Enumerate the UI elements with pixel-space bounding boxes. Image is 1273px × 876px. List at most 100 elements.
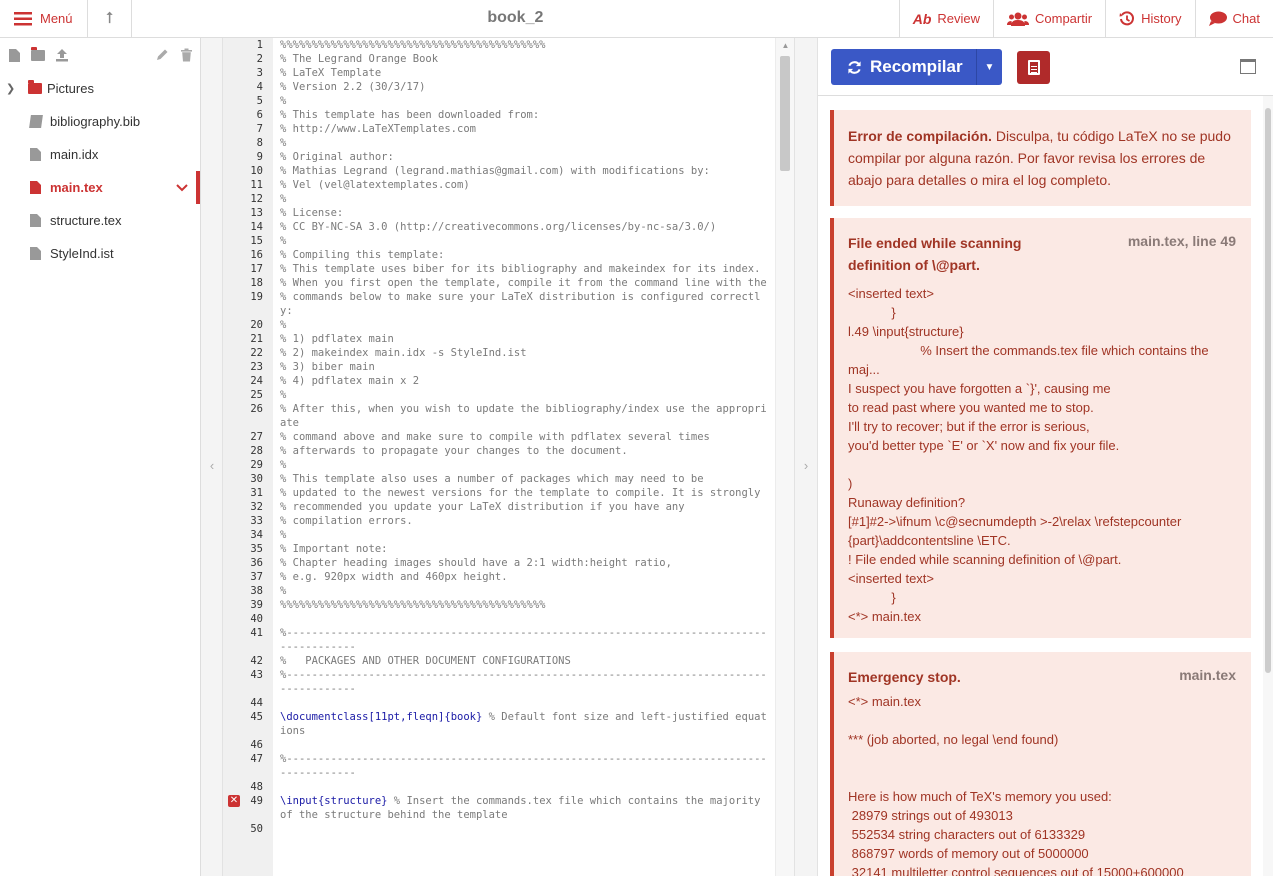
code-line[interactable]: 38% — [250, 584, 770, 598]
code-line[interactable]: 12% — [250, 192, 770, 206]
code-line[interactable]: 22 % 2) makeindex main.idx -s StyleInd.is… — [250, 346, 770, 360]
pdf-panel-toggle-strip[interactable]: › — [794, 38, 818, 876]
back-to-projects-button[interactable]: ⭡ — [88, 0, 132, 37]
code-line[interactable]: 39%%%%%%%%%%%%%%%%%%%%%%%%%%%%%%%%%%%%%%… — [250, 598, 770, 612]
code-line[interactable]: 24 % 4) pdflatex main x 2 — [250, 374, 770, 388]
code-line[interactable]: 9 % Original author: — [257, 150, 770, 164]
code-line[interactable]: 36 % Chapter heading images should have a… — [250, 556, 770, 570]
editor-code-area[interactable]: 1%%%%%%%%%%%%%%%%%%%%%%%%%%%%%%%%%%%%%%%… — [228, 38, 770, 836]
code-line[interactable]: 46 — [250, 738, 770, 752]
scroll-up-icon[interactable]: ▲ — [776, 41, 794, 50]
code-line[interactable]: 17 % This template uses biber for its bib… — [250, 262, 770, 276]
log-scroll-thumb[interactable] — [1265, 108, 1271, 673]
log-pane[interactable]: Error de compilación. Disculpa, tu códig… — [818, 96, 1273, 876]
code-line[interactable]: 28 % afterwards to propagate your changes… — [250, 444, 770, 458]
code-line[interactable]: 20% — [250, 318, 770, 332]
code-line[interactable]: 16 % Compiling this template: — [250, 248, 770, 262]
rename-pencil-icon[interactable] — [154, 47, 170, 63]
code-line[interactable]: 43 %-------------------------------------… — [250, 668, 770, 696]
maximize-window-icon[interactable] — [1240, 59, 1256, 74]
code-line[interactable]: 35 % Important note: — [250, 542, 770, 556]
code-line[interactable]: 49 ✕ \input{structure} % Insert the comman… — [228, 794, 770, 822]
code-line[interactable]: 11 % Vel (vel@latextemplates.com) — [250, 178, 770, 192]
chevron-down-icon[interactable] — [176, 181, 188, 195]
code-line[interactable]: 41 %-------------------------------------… — [250, 626, 770, 654]
log-entry-location[interactable]: main.tex — [1179, 667, 1236, 683]
file-tree-toggle-strip[interactable]: ‹ — [201, 38, 223, 876]
log-entry-title: File ended while scanning definition of … — [848, 235, 1022, 273]
code-line[interactable]: 6 % This template has been downloaded fro… — [257, 108, 770, 122]
file-tree-item-main-idx[interactable]: main.idx — [0, 138, 200, 171]
project-title[interactable]: book_2 — [132, 0, 899, 37]
file-tree-item-main-tex[interactable]: main.tex — [0, 171, 200, 204]
menu-button[interactable]: Menú — [0, 0, 88, 37]
editor-scrollbar[interactable]: ▲ — [775, 38, 794, 876]
code-line[interactable]: 27 % command above and make sure to compi… — [250, 430, 770, 444]
code-line[interactable]: 2 % The Legrand Orange Book — [257, 52, 770, 66]
line-text: % — [280, 459, 287, 471]
code-line[interactable]: 25% — [250, 388, 770, 402]
code-line[interactable]: 4 % Version 2.2 (30/3/17) — [257, 80, 770, 94]
editor-scroll-thumb[interactable] — [780, 56, 790, 171]
code-line[interactable]: 48 — [250, 780, 770, 794]
recompile-dropdown-button[interactable]: ▼ — [976, 49, 1002, 85]
log-scrollbar[interactable] — [1263, 96, 1273, 876]
code-line[interactable]: 42 % PACKAGES AND OTHER DOCUMENT CONFIGUR… — [250, 654, 770, 668]
file-tree-item-structure[interactable]: structure.tex — [0, 204, 200, 237]
recompile-main[interactable]: Recompilar — [831, 49, 976, 85]
code-line[interactable]: 10 % Mathias Legrand (legrand.mathias@gma… — [250, 164, 770, 178]
code-line[interactable]: 1%%%%%%%%%%%%%%%%%%%%%%%%%%%%%%%%%%%%%%%… — [257, 38, 770, 52]
code-line[interactable]: 19 % commands below to make sure your LaT… — [250, 290, 770, 318]
log-entry-error[interactable]: main.tex, line 49 File ended while scann… — [830, 218, 1251, 638]
code-line[interactable]: 18 % When you first open the template, co… — [250, 276, 770, 290]
code-line[interactable]: 31 % updated to the newest versions for t… — [250, 486, 770, 500]
code-line[interactable]: 40 — [250, 612, 770, 626]
code-line[interactable]: 37 % e.g. 920px width and 460px height. — [250, 570, 770, 584]
code-line[interactable]: 45 \documentclass[11pt,fleqn]{book} % Def… — [250, 710, 770, 738]
share-button[interactable]: Compartir — [993, 0, 1105, 37]
code-line[interactable]: 21 % 1) pdflatex main — [250, 332, 770, 346]
code-line[interactable]: 23 % 3) biber main — [250, 360, 770, 374]
line-text: % Compiling this template: — [280, 249, 445, 261]
file-tree-folder-pictures[interactable]: ❯ Pictures — [0, 72, 200, 105]
file-tree-item-bibliography[interactable]: bibliography.bib — [0, 105, 200, 138]
code-line[interactable]: 44 — [250, 696, 770, 710]
code-line[interactable]: 29% — [250, 458, 770, 472]
review-button[interactable]: Ab Review — [898, 0, 993, 37]
users-icon — [1007, 12, 1029, 26]
history-button[interactable]: History — [1105, 0, 1194, 37]
chat-button[interactable]: Chat — [1194, 0, 1273, 37]
upload-icon[interactable] — [54, 47, 70, 63]
recompile-button[interactable]: Recompilar ▼ — [831, 49, 1002, 85]
code-line[interactable]: 26 % After this, when you wish to update … — [250, 402, 770, 430]
code-line[interactable]: 14 % CC BY-NC-SA 3.0 (http://creativecomm… — [250, 220, 770, 234]
line-text: % This template uses biber for its bibli… — [280, 263, 761, 275]
chevron-right-icon[interactable]: › — [795, 458, 817, 473]
code-line[interactable]: 33 % compilation errors. — [250, 514, 770, 528]
code-line[interactable]: 30 % This template also uses a number of … — [250, 472, 770, 486]
line-text: % — [280, 389, 287, 401]
code-line[interactable]: 8% — [257, 136, 770, 150]
file-tree-item-styleind[interactable]: StyleInd.ist — [0, 237, 200, 270]
error-marker-icon[interactable]: ✕ — [228, 795, 240, 807]
code-line[interactable]: 47 %-------------------------------------… — [250, 752, 770, 780]
code-line[interactable]: 7 % http://www.LaTeXTemplates.com — [257, 122, 770, 136]
chevron-right-icon[interactable]: ❯ — [6, 82, 22, 95]
code-line[interactable]: 5% — [257, 94, 770, 108]
file-tree-item-label: structure.tex — [50, 213, 122, 228]
code-editor[interactable]: 1%%%%%%%%%%%%%%%%%%%%%%%%%%%%%%%%%%%%%%%… — [223, 38, 794, 876]
logs-button[interactable] — [1017, 51, 1050, 84]
code-line[interactable]: 3 % LaTeX Template — [257, 66, 770, 80]
log-entry-error[interactable]: main.tex Emergency stop. <*> main.tex **… — [830, 652, 1251, 876]
chevron-left-icon[interactable]: ‹ — [201, 458, 223, 473]
code-line[interactable]: 50 — [250, 822, 770, 836]
code-line[interactable]: 13 % License: — [250, 206, 770, 220]
new-file-icon[interactable] — [6, 47, 22, 63]
log-entry-location[interactable]: main.tex, line 49 — [1128, 233, 1236, 249]
delete-trash-icon[interactable] — [178, 47, 194, 63]
code-line[interactable]: 32 % recommended you update your LaTeX di… — [250, 500, 770, 514]
code-line[interactable]: 15% — [250, 234, 770, 248]
line-text: % This template has been downloaded from… — [280, 109, 540, 121]
code-line[interactable]: 34% — [250, 528, 770, 542]
new-folder-icon[interactable] — [30, 46, 46, 63]
